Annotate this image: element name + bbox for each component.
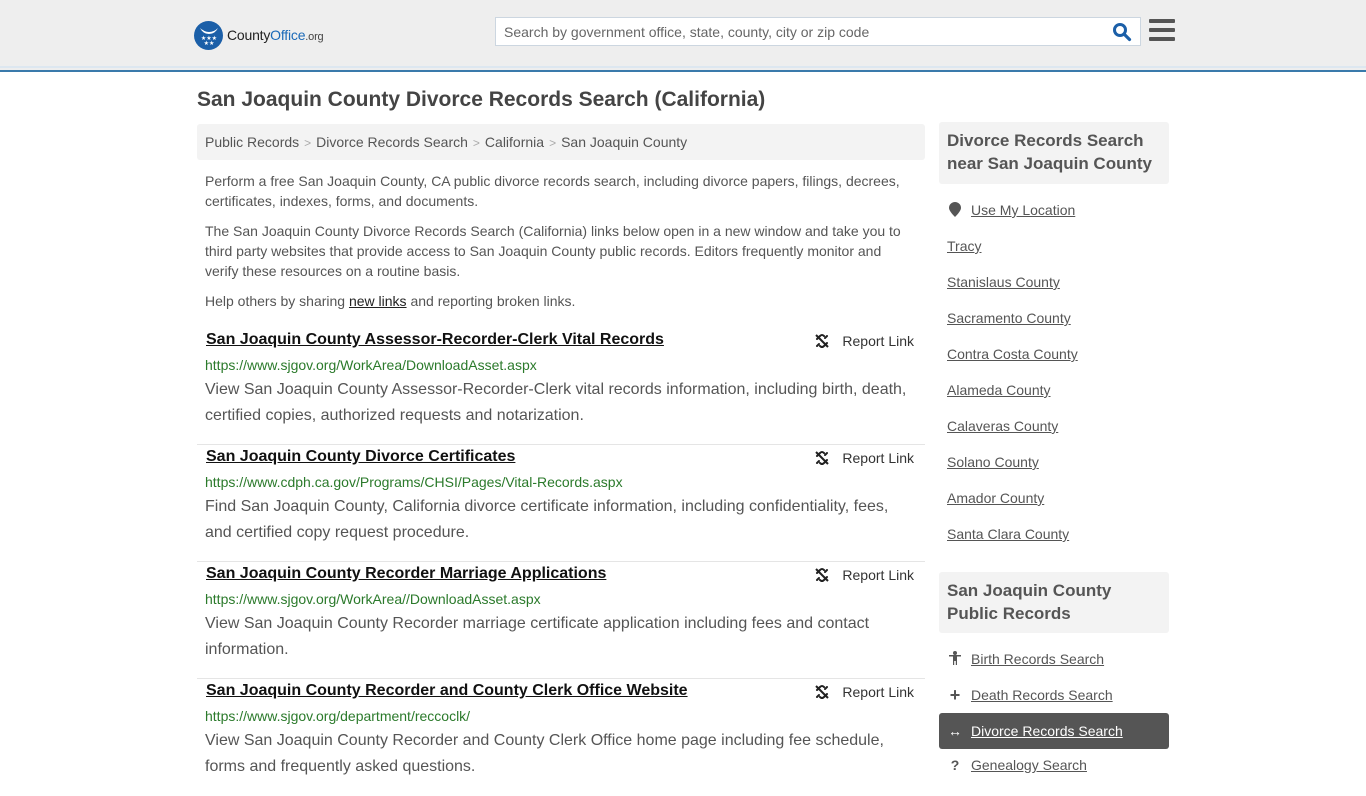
result-description: View San Joaquin County Recorder and Cou… (205, 732, 884, 775)
nearby-link-santa-clara[interactable]: Santa Clara County (947, 526, 1069, 542)
breadcrumb-divorce-records-search[interactable]: Divorce Records Search (316, 134, 468, 150)
broken-link-icon (815, 451, 830, 465)
menu-bar-icon (1149, 19, 1175, 23)
nearby-item: Sacramento County (947, 310, 1169, 346)
svg-text:★★: ★★ (203, 40, 214, 45)
broken-link-icon (815, 334, 830, 348)
site-header: ★★★ ★★ CountyOffice.org (0, 0, 1366, 72)
breadcrumb-california[interactable]: California (485, 134, 544, 150)
death-records-link[interactable]: Death Records Search (971, 687, 1113, 703)
result-description: Find San Joaquin County, California divo… (205, 498, 889, 541)
report-link-button[interactable]: Report Link (814, 684, 914, 700)
arrows-h-icon: ↔ (948, 723, 962, 739)
nearby-item: Amador County (947, 490, 1169, 526)
hamburger-menu-button[interactable] (1149, 19, 1175, 42)
nearby-heading: Divorce Records Search near San Joaquin … (939, 122, 1169, 184)
nearby-link-contra-costa[interactable]: Contra Costa County (947, 346, 1078, 362)
result-description: View San Joaquin County Assessor-Recorde… (205, 381, 907, 424)
nearby-link-tracy[interactable]: Tracy (947, 238, 981, 254)
result-description: View San Joaquin County Recorder marriag… (205, 615, 870, 658)
public-record-item-active[interactable]: ↔ Divorce Records Search (939, 713, 1169, 749)
intro-paragraph-2: The San Joaquin County Divorce Records S… (205, 223, 901, 279)
plus-icon: + (949, 685, 961, 705)
nearby-item: Tracy (947, 238, 1169, 274)
broken-link-icon (815, 685, 830, 699)
use-my-location-link[interactable]: Use My Location (971, 202, 1075, 218)
site-logo[interactable]: ★★★ ★★ CountyOffice.org (194, 20, 324, 50)
result-item: San Joaquin County Divorce Certificates … (197, 445, 925, 562)
result-item: San Joaquin County Recorder and County C… (197, 679, 925, 796)
broken-link-icon (815, 568, 830, 582)
breadcrumb-separator: > (472, 136, 480, 150)
public-record-item: Birth Records Search (947, 651, 1169, 687)
birth-records-link[interactable]: Birth Records Search (971, 651, 1104, 667)
result-url: https://www.sjgov.org/WorkArea//Download… (205, 591, 541, 607)
nearby-list: Use My Location Tracy Stanislaus County … (947, 202, 1169, 562)
nearby-link-solano[interactable]: Solano County (947, 454, 1039, 470)
nearby-item: Stanislaus County (947, 274, 1169, 310)
search-icon (1113, 23, 1132, 42)
nearby-item: Contra Costa County (947, 346, 1169, 382)
nearby-link-stanislaus[interactable]: Stanislaus County (947, 274, 1060, 290)
menu-bar-icon (1149, 28, 1175, 32)
search-box (495, 17, 1141, 46)
public-record-item: ? Genealogy Search (947, 757, 1169, 793)
public-records-heading: San Joaquin County Public Records (939, 572, 1169, 633)
result-item: San Joaquin County Recorder Marriage App… (197, 562, 925, 679)
breadcrumb-separator: > (304, 136, 312, 150)
breadcrumb: Public Records > Divorce Records Search > Ca… (197, 124, 925, 160)
result-title-link[interactable]: San Joaquin County Divorce Certificates (206, 448, 515, 466)
nearby-item: Santa Clara County (947, 526, 1169, 562)
genealogy-search-link[interactable]: Genealogy Search (971, 757, 1087, 773)
new-links-link[interactable]: new links (349, 293, 407, 309)
eagle-stars-logo-icon: ★★★ ★★ (194, 20, 223, 50)
report-link-button[interactable]: Report Link (814, 450, 914, 466)
use-my-location-item: Use My Location (947, 202, 1169, 238)
intro-text: Perform a free San Joaquin County, CA pu… (205, 171, 917, 321)
nearby-item: Calaveras County (947, 418, 1169, 454)
breadcrumb-san-joaquin-county[interactable]: San Joaquin County (561, 134, 687, 150)
nearby-link-sacramento[interactable]: Sacramento County (947, 310, 1071, 326)
nearby-link-amador[interactable]: Amador County (947, 490, 1044, 506)
nearby-item: Alameda County (947, 382, 1169, 418)
page-title: San Joaquin County Divorce Records Searc… (197, 88, 766, 111)
result-url: https://www.cdph.ca.gov/Programs/CHSI/Pa… (205, 474, 623, 490)
result-title-link[interactable]: San Joaquin County Assessor-Recorder-Cle… (206, 331, 664, 349)
nearby-item: Solano County (947, 454, 1169, 490)
search-button[interactable] (1112, 22, 1134, 42)
logo-text: CountyOffice.org (227, 27, 324, 43)
intro-paragraph-3: Help others by sharing new links and rep… (205, 293, 576, 309)
question-icon: ? (950, 757, 960, 773)
breadcrumb-separator: > (549, 136, 557, 150)
divorce-records-link[interactable]: Divorce Records Search (971, 723, 1123, 739)
result-item: San Joaquin County Assessor-Recorder-Cle… (197, 328, 925, 445)
result-url: https://www.sjgov.org/WorkArea/DownloadA… (205, 357, 537, 373)
nearby-link-alameda[interactable]: Alameda County (947, 382, 1051, 398)
map-marker-icon (947, 202, 963, 217)
result-title-link[interactable]: San Joaquin County Recorder and County C… (206, 682, 688, 700)
report-link-button[interactable]: Report Link (814, 567, 914, 583)
breadcrumb-public-records[interactable]: Public Records (205, 134, 299, 150)
result-title-link[interactable]: San Joaquin County Recorder Marriage App… (206, 565, 606, 583)
intro-paragraph-1: Perform a free San Joaquin County, CA pu… (205, 173, 900, 209)
search-input[interactable] (496, 18, 1106, 45)
report-link-button[interactable]: Report Link (814, 333, 914, 349)
results-list: San Joaquin County Assessor-Recorder-Cle… (197, 328, 925, 796)
public-records-list-cont: ? Genealogy Search (947, 757, 1169, 793)
nearby-link-calaveras[interactable]: Calaveras County (947, 418, 1058, 434)
result-url: https://www.sjgov.org/department/reccocl… (205, 708, 471, 724)
child-icon (947, 651, 963, 665)
menu-bar-icon (1149, 37, 1175, 41)
